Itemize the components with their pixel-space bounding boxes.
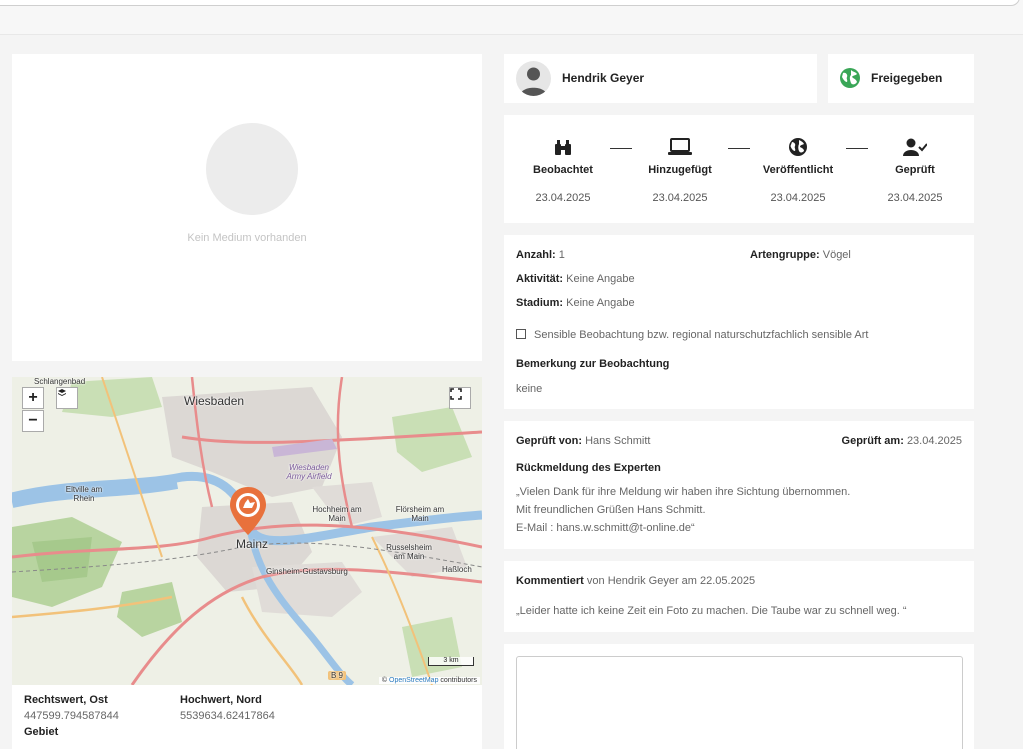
map-attribution: © OpenStreetMap contributors: [378, 677, 480, 684]
workflow-steps: Beobachtet 23.04.2025 Hinzugefügt 23.04.…: [504, 115, 974, 223]
stadium-label: Stadium:: [516, 297, 564, 309]
fullscreen-button[interactable]: [449, 387, 471, 409]
map-label-floersheim: Flörsheim am Main: [395, 505, 445, 523]
step-connector: [728, 148, 750, 149]
comment-input-card: [504, 644, 974, 749]
artengruppe-label: Artengruppe:: [750, 249, 820, 261]
map-label-eltville: Eltville am Rhein: [65, 485, 103, 503]
rueckmeldung-line-1: „Vielen Dank für ihre Meldung wir haben …: [516, 486, 851, 498]
user-check-icon: [903, 138, 927, 156]
step-label: Beobachtet: [533, 164, 593, 176]
map-label-airfield: Wiesbaden Army Airfield: [286, 463, 332, 481]
map-label-hochheim: Hochheim am Main: [312, 505, 362, 523]
step-label: Veröffentlicht: [762, 164, 834, 176]
media-placeholder-icon: [206, 123, 298, 215]
geprueft-von-row: Geprüft von: Hans Schmitt: [516, 435, 650, 447]
zoom-in-button[interactable]: +: [22, 387, 44, 409]
map-label-mainz: Mainz: [236, 537, 269, 551]
media-panel: Kein Medium vorhanden: [12, 54, 482, 361]
map-label-hassloch: Haßloch: [442, 565, 472, 574]
map-label-b9: B 9: [328, 671, 347, 680]
aktivitaet-row: Aktivität: Keine Angabe: [516, 273, 635, 285]
status-badge: Freigegeben: [828, 54, 974, 103]
attribution-suffix: contributors: [440, 677, 477, 684]
map[interactable]: Schlangenbad Wiesbaden Mainz Eltville am…: [12, 377, 482, 685]
geprueft-von-label: Geprüft von:: [516, 435, 582, 447]
step-label: Hinzugefügt: [648, 164, 712, 176]
geprueft-am-value: 23.04.2025: [906, 435, 962, 447]
avatar: [516, 61, 551, 96]
aktivitaet-value: Keine Angabe: [566, 273, 635, 285]
hochwert-value: 5539634.62417864: [180, 710, 275, 722]
user-icon: [520, 67, 547, 96]
binoculars-icon: [555, 140, 571, 155]
comment-card: Kommentiert von Hendrik Geyer am 22.05.2…: [504, 561, 974, 632]
map-label-ruesselsheim: Russelsheim am Main: [386, 543, 432, 561]
rechtswert-label: Rechtswert, Ost: [24, 694, 108, 706]
bemerkung-value: keine: [516, 383, 543, 395]
step-added: Hinzugefügt 23.04.2025: [635, 135, 725, 204]
step-connector: [846, 148, 868, 149]
aktivitaet-label: Aktivität:: [516, 273, 564, 285]
comment-meta: von Hendrik Geyer am 22.05.2025: [586, 575, 756, 587]
user-name[interactable]: Hendrik Geyer: [562, 71, 644, 85]
zoom-out-button[interactable]: −: [22, 410, 44, 432]
media-empty-text: Kein Medium vorhanden: [187, 232, 307, 244]
expert-review: Geprüft von: Hans Schmitt Geprüft am: 23…: [504, 421, 974, 549]
sensible-checkbox[interactable]: [516, 329, 526, 339]
step-date: 23.04.2025: [652, 192, 708, 204]
sensible-row: Sensible Beobachtung bzw. regional natur…: [516, 329, 869, 341]
bemerkung-title: Bemerkung zur Beobachtung: [516, 358, 670, 370]
step-published: Veröffentlicht 23.04.2025: [753, 135, 843, 204]
step-date: 23.04.2025: [770, 192, 826, 204]
anzahl-row: Anzahl: 1: [516, 249, 565, 261]
step-date: 23.04.2025: [535, 192, 591, 204]
step-label: Geprüft: [895, 164, 935, 176]
stadium-value: Keine Angabe: [566, 297, 635, 309]
globe-status-icon: [840, 68, 860, 88]
user-card: Hendrik Geyer: [504, 54, 817, 103]
map-scale: 3 km: [428, 657, 474, 666]
coordinates-panel: Rechtswert, Ost 447599.794587844 Gebiet …: [12, 685, 482, 749]
laptop-icon: [668, 138, 692, 155]
anzahl-value: 1: [558, 249, 565, 261]
anzahl-label: Anzahl:: [516, 249, 556, 261]
geprueft-von-value: Hans Schmitt: [585, 435, 651, 447]
geprueft-am-label: Geprüft am:: [841, 435, 904, 447]
layers-icon: [58, 389, 66, 396]
top-bar: [0, 0, 1023, 35]
gebiet-label: Gebiet: [24, 726, 59, 738]
rueckmeldung-line-2: Mit freundlichen Grüßen Hans Schmitt.: [516, 504, 706, 516]
map-label-schlangenbad: Schlangenbad: [34, 377, 86, 386]
fullscreen-icon: [450, 388, 462, 400]
comment-textarea[interactable]: [516, 656, 963, 749]
osm-link[interactable]: OpenStreetMap: [389, 677, 438, 684]
rechtswert-value: 447599.794587844: [24, 710, 119, 722]
step-reviewed: Geprüft 23.04.2025: [870, 135, 960, 204]
artengruppe-row: Artengruppe: Vögel: [750, 249, 851, 261]
sensible-label: Sensible Beobachtung bzw. regional natur…: [534, 329, 869, 341]
attribution-prefix: ©: [381, 677, 388, 684]
layers-button[interactable]: [56, 387, 78, 409]
step-observed: Beobachtet 23.04.2025: [518, 135, 608, 204]
map-tiles: [12, 377, 482, 685]
map-label-wiesbaden: Wiesbaden: [184, 394, 245, 408]
step-date: 23.04.2025: [887, 192, 943, 204]
comment-text: „Leider hatte ich keine Zeit ein Foto zu…: [516, 605, 907, 617]
artengruppe-value: Vögel: [822, 249, 851, 261]
map-label-ginsheim: Ginsheim-Gustavsburg: [266, 567, 348, 576]
observation-details: Anzahl: 1 Artengruppe: Vögel Aktivität: …: [504, 235, 974, 409]
status-label: Freigegeben: [871, 71, 943, 85]
comment-header: Kommentiert von Hendrik Geyer am 22.05.2…: [516, 575, 755, 587]
rueckmeldung-title: Rückmeldung des Experten: [516, 462, 661, 474]
search-field[interactable]: [0, 0, 1020, 6]
geprueft-am-row: Geprüft am: 23.04.2025: [842, 435, 962, 447]
globe-icon: [789, 138, 807, 156]
rueckmeldung-line-3: E-Mail : hans.w.schmitt@t-online.de“: [516, 522, 695, 534]
step-connector: [610, 148, 632, 149]
hochwert-label: Hochwert, Nord: [180, 694, 262, 706]
comment-label: Kommentiert: [516, 575, 584, 587]
stadium-row: Stadium: Keine Angabe: [516, 297, 635, 309]
